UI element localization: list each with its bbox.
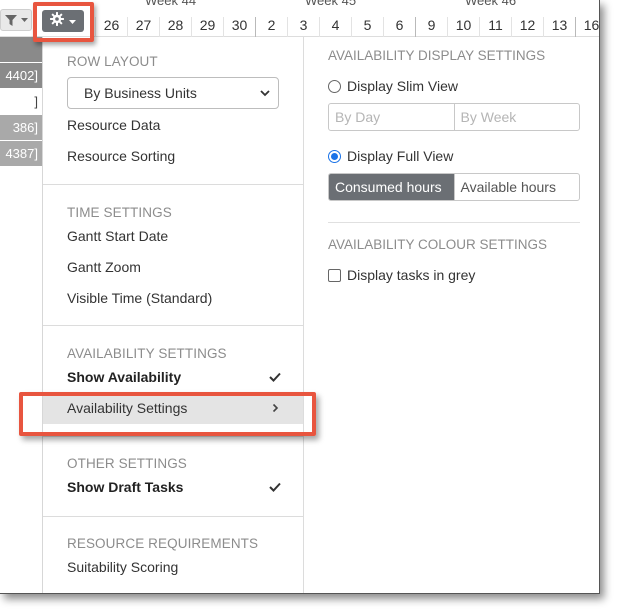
day-cell: 5 (351, 17, 383, 37)
week-label: Week 44 (145, 0, 197, 8)
checkmark-icon (269, 472, 281, 503)
day-cell: 29 (191, 17, 223, 37)
resource-requirements-section: RESOURCE REQUIREMENTS Suitability Scorin… (43, 517, 303, 583)
filter-button[interactable] (0, 9, 32, 31)
availability-display-panel: AVAILABILITY DISPLAY SETTINGS Display Sl… (328, 37, 580, 283)
slim-view-option[interactable]: Display Slim View (328, 78, 580, 94)
section-title: AVAILABILITY SETTINGS (67, 346, 227, 361)
day-cell: 12 (511, 17, 543, 37)
section-title: AVAILABILITY COLOUR SETTINGS (328, 237, 548, 252)
menu-item-resource-sorting[interactable]: Resource Sorting (43, 141, 303, 172)
other-settings-section: OTHER SETTINGS Show Draft Tasks (43, 437, 303, 517)
resource-row[interactable]: 386] (0, 115, 42, 141)
highlight-box (33, 2, 94, 42)
day-cell: 13 (543, 17, 575, 37)
time-settings-section: TIME SETTINGS Gantt Start Date Gantt Zoo… (43, 185, 303, 326)
chevron-down-icon (20, 17, 28, 23)
resource-rows: 4402] ] 386] 4387] (0, 37, 42, 167)
menu-item-visible-time[interactable]: Visible Time (Standard) (43, 283, 303, 314)
menu-item-resource-data[interactable]: Resource Data (43, 110, 303, 141)
menu-item-show-availability[interactable]: Show Availability (43, 362, 303, 393)
menu-item-label: Show Draft Tasks (67, 479, 184, 495)
row-layout-section: ROW LAYOUT By Business Units Resource Da… (43, 37, 303, 185)
day-cell: 11 (479, 17, 511, 37)
menu-item-show-draft-tasks[interactable]: Show Draft Tasks (43, 472, 303, 503)
section-title: TIME SETTINGS (67, 205, 172, 220)
resource-row[interactable]: 4387] (0, 141, 42, 167)
radio-slim-view[interactable] (328, 79, 341, 93)
checkbox-grey-tasks[interactable] (328, 268, 341, 282)
full-view-toggle: Consumed hours Available hours (328, 173, 580, 201)
menu-item-label: Show Availability (67, 369, 182, 385)
select-value: By Business Units (84, 85, 197, 101)
week-label: Week 46 (465, 0, 517, 8)
day-cell: 2 (255, 17, 287, 37)
menu-item-gantt-start-date[interactable]: Gantt Start Date (43, 221, 303, 252)
radio-full-view[interactable] (328, 149, 341, 163)
day-cell: 27 (127, 17, 159, 37)
day-cell: 16 (575, 17, 599, 37)
week-label: Week 45 (305, 0, 357, 8)
day-cell: 28 (159, 17, 191, 37)
checkmark-icon (269, 362, 281, 393)
settings-dropdown: ROW LAYOUT By Business Units Resource Da… (42, 37, 599, 593)
grey-tasks-option[interactable]: Display tasks in grey (328, 267, 580, 283)
menu-item-gantt-zoom[interactable]: Gantt Zoom (43, 252, 303, 283)
day-cell: 26 (95, 17, 127, 37)
radio-label: Display Slim View (347, 78, 458, 94)
slim-option-by-day: By Day (335, 109, 381, 125)
day-cell: 6 (383, 17, 415, 37)
section-title: RESOURCE REQUIREMENTS (67, 536, 259, 551)
full-option-available-hours[interactable]: Available hours (453, 174, 580, 200)
resource-row[interactable]: 4402] (0, 63, 42, 89)
chevron-down-icon (260, 78, 270, 108)
day-cell: 10 (447, 17, 479, 37)
day-cell: 4 (319, 17, 351, 37)
settings-menu: ROW LAYOUT By Business Units Resource Da… (43, 37, 304, 593)
resource-row[interactable]: ] (0, 89, 42, 115)
full-option-consumed-hours[interactable]: Consumed hours (329, 174, 454, 200)
slim-option-by-week: By Week (453, 104, 580, 130)
slim-view-toggle: By Day By Week (328, 103, 580, 131)
day-cell: 9 (415, 17, 447, 37)
day-row: 26 27 28 29 30 2 3 4 5 6 9 10 11 12 13 1… (95, 17, 599, 37)
filter-icon (4, 14, 17, 26)
day-cell: 3 (287, 17, 319, 37)
section-title: AVAILABILITY DISPLAY SETTINGS (328, 48, 546, 63)
screenshot-frame: Week 44 Week 45 Week 46 26 27 28 29 30 2… (0, 0, 600, 594)
radio-label: Display Full View (347, 148, 454, 164)
menu-item-suitability-scoring[interactable]: Suitability Scoring (43, 552, 303, 583)
section-title: OTHER SETTINGS (67, 456, 187, 471)
checkbox-label: Display tasks in grey (347, 267, 476, 283)
highlight-box (19, 392, 316, 436)
row-layout-select[interactable]: By Business Units (67, 77, 279, 109)
day-cell: 30 (223, 17, 255, 37)
full-view-option[interactable]: Display Full View (328, 148, 580, 164)
divider (328, 222, 580, 223)
